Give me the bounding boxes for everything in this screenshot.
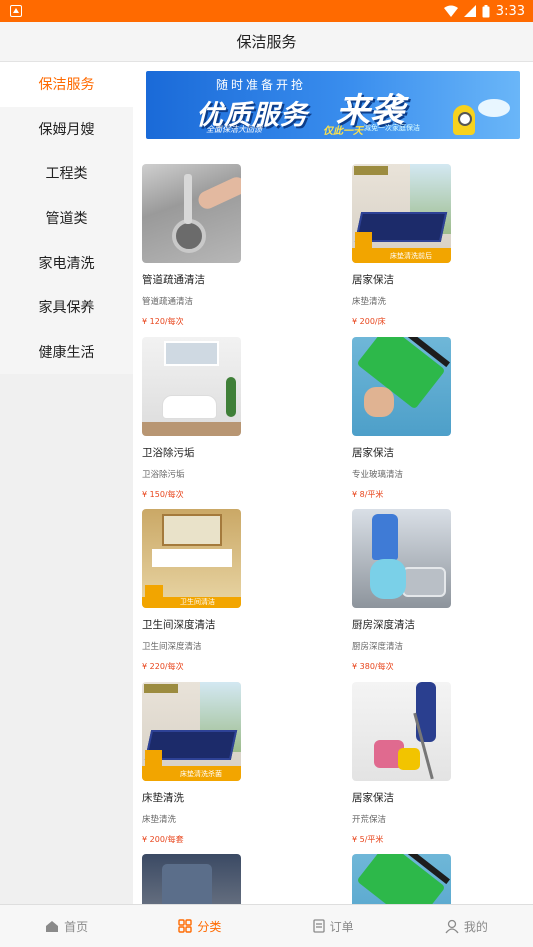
- product-price: ¥ 150/每次: [142, 490, 184, 499]
- product-card[interactable]: 卫浴除污垢 卫浴除污垢 ¥ 150/每次: [142, 337, 312, 500]
- tab-home[interactable]: 首页: [0, 905, 133, 947]
- product-subtitle: 管道疏通清洁: [142, 297, 194, 307]
- product-image: [142, 854, 241, 904]
- product-subtitle: 专业玻璃清洁: [352, 470, 404, 480]
- product-title: 居家保洁: [352, 447, 394, 459]
- product-title: 厨房深度清洁: [352, 619, 415, 631]
- banner-sub1: 全面保洁大回馈: [206, 125, 262, 134]
- category-icon: [178, 919, 193, 933]
- app-notification-icon: [10, 5, 22, 17]
- sidebar-item-furniture-care[interactable]: 家具保养: [0, 285, 133, 330]
- product-subtitle: 卫生间深度清洁: [142, 642, 202, 652]
- product-title: 居家保洁: [352, 274, 394, 286]
- tab-orders[interactable]: 订单: [267, 905, 400, 947]
- product-price: ¥ 8/平米: [352, 490, 384, 499]
- product-subtitle: 床垫清洗: [352, 297, 387, 307]
- tab-label: 订单: [329, 919, 354, 934]
- product-image: [352, 337, 451, 436]
- sidebar-item-engineering[interactable]: 工程类: [0, 151, 133, 196]
- product-image: [352, 854, 451, 904]
- product-subtitle: 卫浴除污垢: [142, 470, 185, 480]
- product-card[interactable]: 厨房深度清洁 厨房深度清洁 ¥ 380/每次: [352, 509, 522, 672]
- thumb-label: 床垫清洗杀菌: [180, 770, 222, 778]
- product-card[interactable]: 居家保洁 专业玻璃清洁 ¥ 8/平米: [352, 337, 522, 500]
- tab-label: 首页: [64, 919, 89, 934]
- bottom-tab-bar: 首页 分类 订单 我的: [0, 904, 533, 947]
- promo-banner[interactable]: 随时准备开抢 优质服务 来袭 全面保洁大回馈 仅此一天 减免一次家庭保洁: [146, 71, 520, 139]
- sidebar-item-appliance-cleaning[interactable]: 家电清洗: [0, 240, 133, 285]
- product-card[interactable]: 床垫清洗杀菌 床垫清洗 床垫清洗 ¥ 200/每套: [142, 682, 312, 845]
- banner-line1: 随时准备开抢: [216, 78, 307, 92]
- product-card[interactable]: [352, 854, 522, 904]
- profile-icon: [445, 919, 459, 933]
- product-price: ¥ 5/平米: [352, 835, 384, 844]
- banner-sub2: 仅此一天: [323, 126, 363, 137]
- content-area: 随时准备开抢 优质服务 来袭 全面保洁大回馈 仅此一天 减免一次家庭保洁 管道疏…: [133, 62, 533, 904]
- product-card[interactable]: 床垫清洗前后 居家保洁 床垫清洗 ¥ 200/床: [352, 164, 522, 327]
- sidebar-item-pipes[interactable]: 管道类: [0, 196, 133, 241]
- tab-label: 我的: [463, 919, 488, 934]
- product-card[interactable]: 管道疏通清洁 管道疏通清洁 ¥ 120/每次: [142, 164, 312, 327]
- order-icon: [312, 919, 325, 933]
- tab-profile[interactable]: 我的: [400, 905, 533, 947]
- tab-label: 分类: [197, 919, 222, 934]
- battery-icon: [482, 4, 490, 17]
- wifi-icon: [443, 5, 458, 17]
- product-image: [142, 337, 241, 436]
- sidebar-item-healthy-living[interactable]: 健康生活: [0, 330, 133, 375]
- sidebar-item-nanny[interactable]: 保姆月嫂: [0, 107, 133, 152]
- product-price: ¥ 200/床: [352, 317, 386, 326]
- product-title: 卫生间深度清洁: [142, 619, 216, 631]
- product-image: [352, 682, 451, 781]
- product-price: ¥ 120/每次: [142, 317, 184, 326]
- status-right: 3:33: [443, 3, 525, 19]
- product-subtitle: 床垫清洗: [142, 815, 177, 825]
- product-image: 卫生间清洁: [142, 509, 241, 608]
- signal-icon: [463, 5, 476, 17]
- category-sidebar: 保洁服务 保姆月嫂 工程类 管道类 家电清洗 家具保养 健康生活: [0, 62, 133, 904]
- product-image: 床垫清洗杀菌: [142, 682, 241, 781]
- product-title: 管道疏通清洁: [142, 274, 205, 286]
- sidebar-item-cleaning[interactable]: 保洁服务: [0, 62, 133, 107]
- status-bar: 3:33: [0, 0, 533, 22]
- category-list: 保洁服务 保姆月嫂 工程类 管道类 家电清洗 家具保养 健康生活: [0, 62, 133, 375]
- thumb-label: 床垫清洗前后: [390, 252, 432, 260]
- minion-image: [453, 105, 475, 135]
- product-image: [352, 509, 451, 608]
- tab-category[interactable]: 分类: [133, 905, 266, 947]
- banner-sub3: 减免一次家庭保洁: [364, 124, 420, 132]
- status-left: [10, 5, 22, 17]
- product-subtitle: 厨房深度清洁: [352, 642, 404, 652]
- product-title: 床垫清洗: [142, 792, 184, 804]
- duster-image: [478, 99, 510, 117]
- product-subtitle: 开荒保洁: [352, 815, 387, 825]
- page-title: 保洁服务: [236, 33, 297, 51]
- title-bar: 保洁服务: [0, 22, 533, 62]
- product-price: ¥ 200/每套: [142, 835, 184, 844]
- product-title: 居家保洁: [352, 792, 394, 804]
- home-icon: [46, 920, 59, 932]
- product-card[interactable]: 居家保洁 开荒保洁 ¥ 5/平米: [352, 682, 522, 845]
- thumb-label: 卫生间清洁: [180, 598, 215, 606]
- product-title: 卫浴除污垢: [142, 447, 195, 459]
- status-time: 3:33: [495, 3, 525, 19]
- product-card[interactable]: [142, 854, 312, 904]
- product-card[interactable]: 卫生间清洁 卫生间深度清洁 卫生间深度清洁 ¥ 220/每次: [142, 509, 312, 672]
- product-price: ¥ 220/每次: [142, 662, 184, 671]
- product-image: [142, 164, 241, 263]
- product-price: ¥ 380/每次: [352, 662, 394, 671]
- product-image: 床垫清洗前后: [352, 164, 451, 263]
